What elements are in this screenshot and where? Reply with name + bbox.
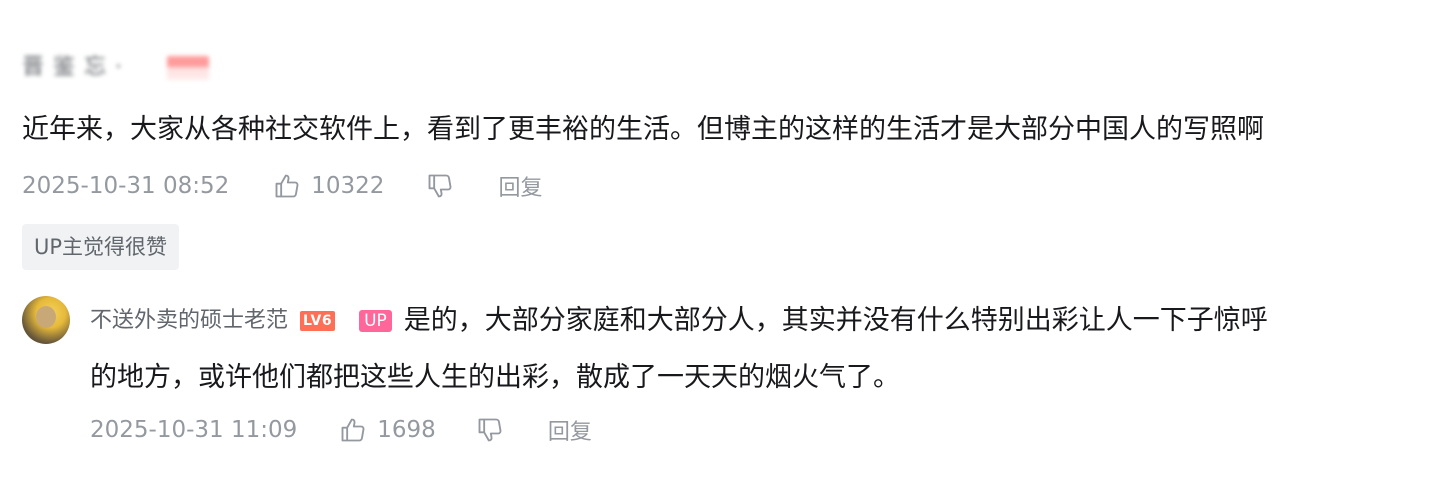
reply-comment: 不送外卖的硕士老范 LV6 UP 是的，大部分家庭和大部分人，其实并没有什么特别… [90,300,1430,393]
main-comment-meta: 2025-10-31 08:52 10322 回复 [22,168,542,204]
username-text-blurred[interactable]: 晋 鉴 忘 · [22,52,123,84]
like-count: 10322 [311,173,385,199]
main-comment-username[interactable]: 晋 鉴 忘 · [22,52,209,84]
reply-button[interactable]: 回复 [498,170,542,202]
reply-username[interactable]: 不送外卖的硕士老范 [90,300,288,342]
up-badge: UP [359,310,392,332]
reply-button[interactable]: 回复 [548,414,592,446]
thumbs-down-icon [478,418,502,442]
reply-date: 2025-10-31 11:09 [90,417,298,443]
reply-header-line: 不送外卖的硕士老范 LV6 UP 是的，大部分家庭和大部分人，其实并没有什么特别… [90,300,1430,342]
thumbs-up-icon [275,174,299,198]
main-comment-text: 近年来，大家从各种社交软件上，看到了更丰裕的生活。但博主的这样的生活才是大部分中… [22,114,1264,145]
like-button[interactable]: 10322 [273,172,384,200]
reply-text-line2: 的地方，或许他们都把这些人生的出彩，散成了一天天的烟火气了。 [90,362,900,393]
reply-text-line1: 是的，大部分家庭和大部分人，其实并没有什么特别出彩让人一下子惊呼 [403,305,1268,336]
comment-date: 2025-10-31 08:52 [22,173,230,199]
dislike-button[interactable] [476,416,504,444]
like-button[interactable]: 1698 [339,416,436,444]
fan-badge-blurred [166,56,209,80]
thumbs-up-icon [341,418,365,442]
like-count: 1698 [377,417,436,443]
up-liked-tag: UP主觉得很赞 [22,224,180,270]
thumbs-down-icon [429,174,452,198]
reply-meta: 2025-10-31 11:09 1698 回复 [90,412,592,448]
level-badge: LV6 [300,311,336,331]
avatar[interactable] [22,296,70,344]
dislike-button[interactable] [426,172,454,200]
